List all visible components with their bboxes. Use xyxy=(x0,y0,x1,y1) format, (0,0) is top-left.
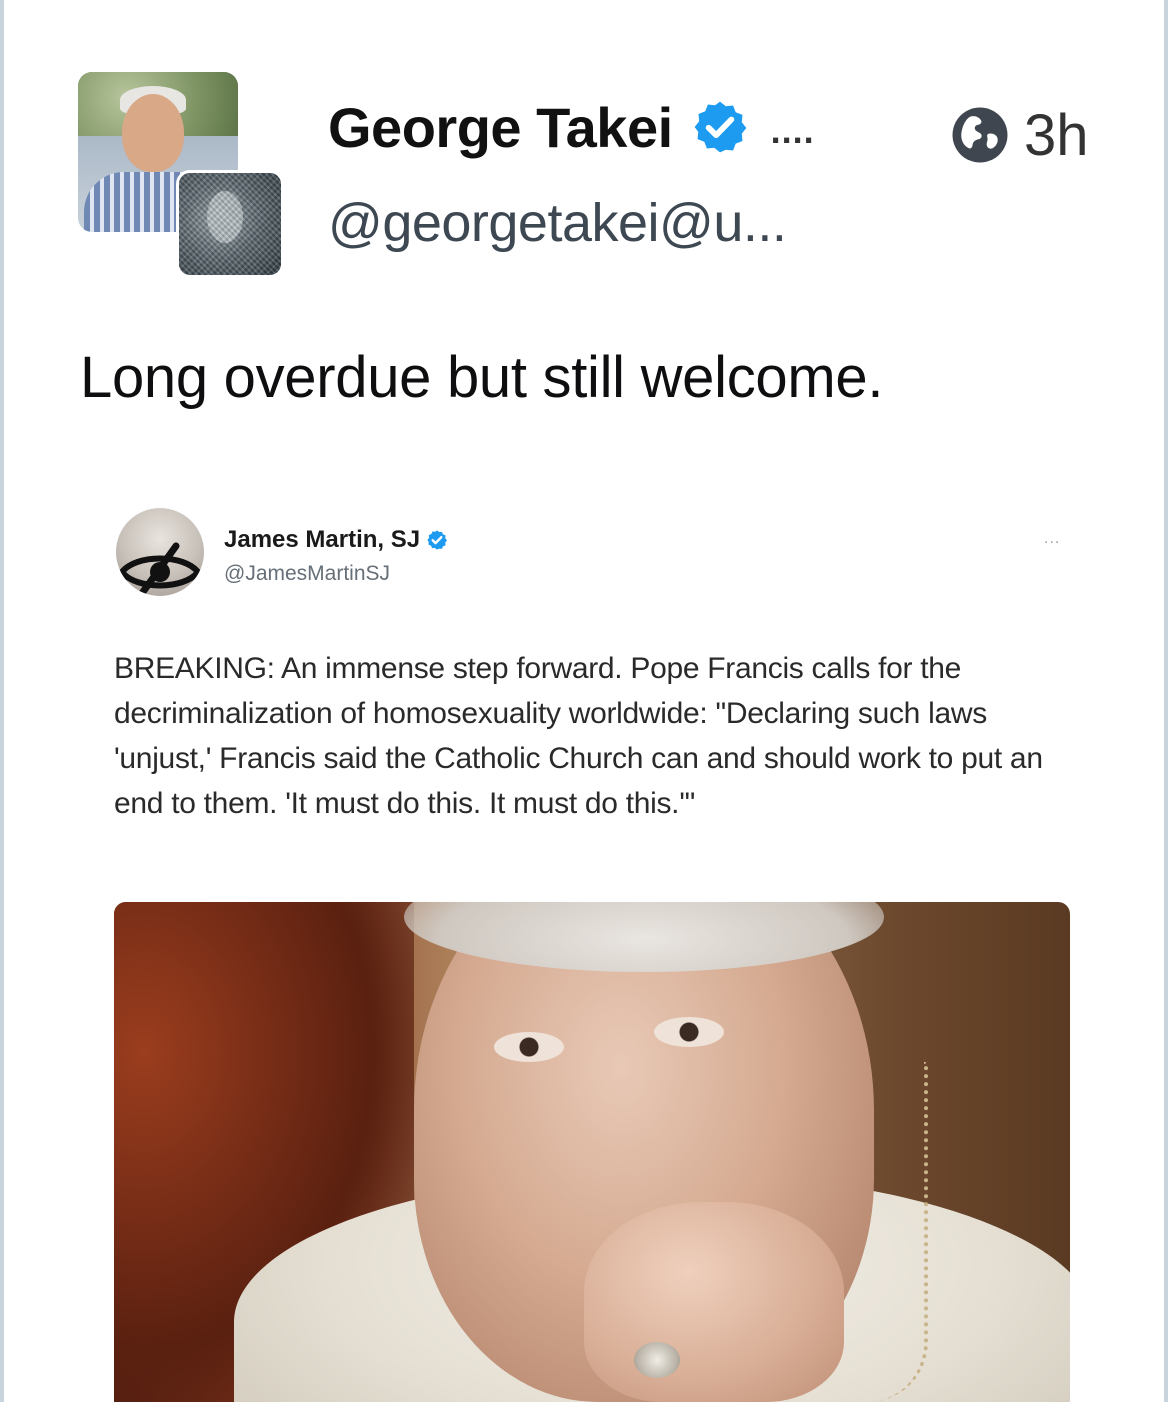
embedded-more-icon: ... xyxy=(1044,530,1061,547)
post-meta: 3h xyxy=(950,100,1089,170)
post-text: Long overdue but still welcome. xyxy=(80,345,884,410)
verified-badge-icon xyxy=(427,530,448,550)
secondary-avatar[interactable] xyxy=(176,170,284,278)
embedded-handle: @JamesMartinSJ xyxy=(224,562,391,585)
embedded-author-row: James Martin, SJ xyxy=(224,526,448,554)
author-display-name[interactable]: George Takei xyxy=(328,95,673,160)
embedded-tweet-text: BREAKING: An immense step forward. Pope … xyxy=(114,652,1043,820)
author-handle[interactable]: @georgetakei@u... xyxy=(328,192,787,254)
post-timestamp[interactable]: 3h xyxy=(1024,102,1089,169)
author-name-row: George Takei .... xyxy=(328,92,815,162)
globe-icon xyxy=(952,107,1008,163)
more-options-button[interactable]: .... xyxy=(771,102,815,152)
embedded-tweet-image[interactable]: James Martin, SJ @JamesMartinSJ ... BREA… xyxy=(112,506,1072,1402)
embedded-display-name: James Martin, SJ xyxy=(224,526,421,553)
eye-off-icon xyxy=(118,542,202,596)
embedded-avatar xyxy=(116,508,204,596)
verified-badge-icon xyxy=(694,101,746,153)
author-avatar-group[interactable] xyxy=(78,72,284,278)
post-card: George Takei .... 3h @georgetakei@u... L… xyxy=(0,0,1168,1402)
embedded-photo xyxy=(114,902,1070,1402)
